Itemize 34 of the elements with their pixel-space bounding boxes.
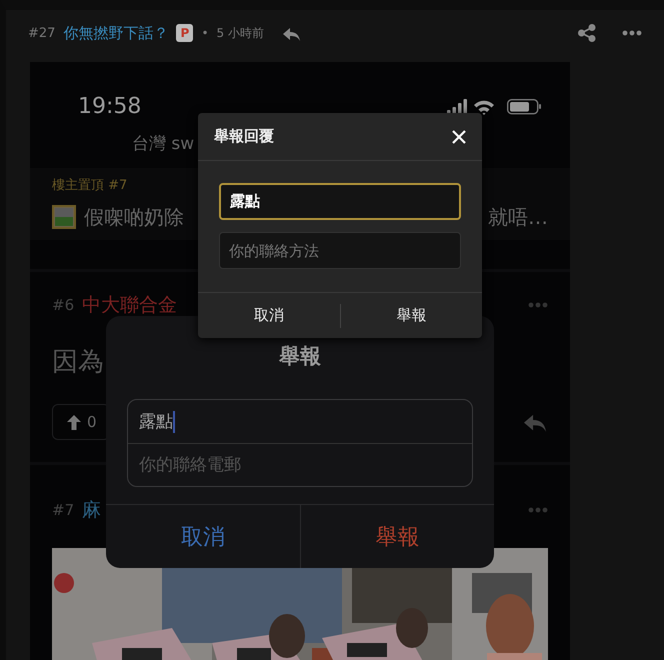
pinned-label: 樓主置頂 #7 [52,178,128,194]
reply-number: #6 [52,296,74,314]
input-field[interactable]: 露點 [219,183,461,220]
header-text: 台灣 sw [132,134,194,154]
wifi-icon [473,98,495,116]
more-icon[interactable] [622,29,642,37]
input-group[interactable]: 露點 你的聯絡電郵 [127,399,473,487]
report-button[interactable]: 舉報 [340,304,482,328]
up-arrow-icon [67,414,81,430]
post-number: #27 [28,26,56,40]
input-field[interactable]: 你的聯絡方法 [219,232,461,269]
cancel-button[interactable]: 取消 [106,505,300,568]
reply-author[interactable]: 麻 [82,497,102,523]
pinned-text[interactable]: 假㗎啲奶除 [84,204,184,230]
share-icon[interactable] [578,24,596,42]
cancel-button[interactable]: 取消 [198,304,340,328]
alert-title: 舉報 [279,343,321,370]
post-author[interactable]: 你無撚野下話？ [63,24,168,42]
separator-dot: • [201,26,209,40]
battery-icon [507,99,542,115]
reply-number: #7 [52,501,74,519]
pinned-text[interactable]: 就唔… [488,204,548,230]
image-icon [52,205,76,229]
status-time: 19:58 [78,95,142,119]
reply-text: 因為 [52,347,104,377]
text-cursor [173,410,175,432]
input-field[interactable]: 露點 [128,400,472,444]
close-icon[interactable] [452,130,466,144]
user-badge: P [176,24,194,42]
dialog-title: 舉報回覆 [214,127,274,146]
reply-author[interactable]: 中大聯合金 [82,292,178,318]
input-field[interactable]: 你的聯絡電郵 [128,444,472,486]
post-time: 5 小時前 [216,24,264,42]
report-button[interactable]: 舉報 [300,505,494,568]
